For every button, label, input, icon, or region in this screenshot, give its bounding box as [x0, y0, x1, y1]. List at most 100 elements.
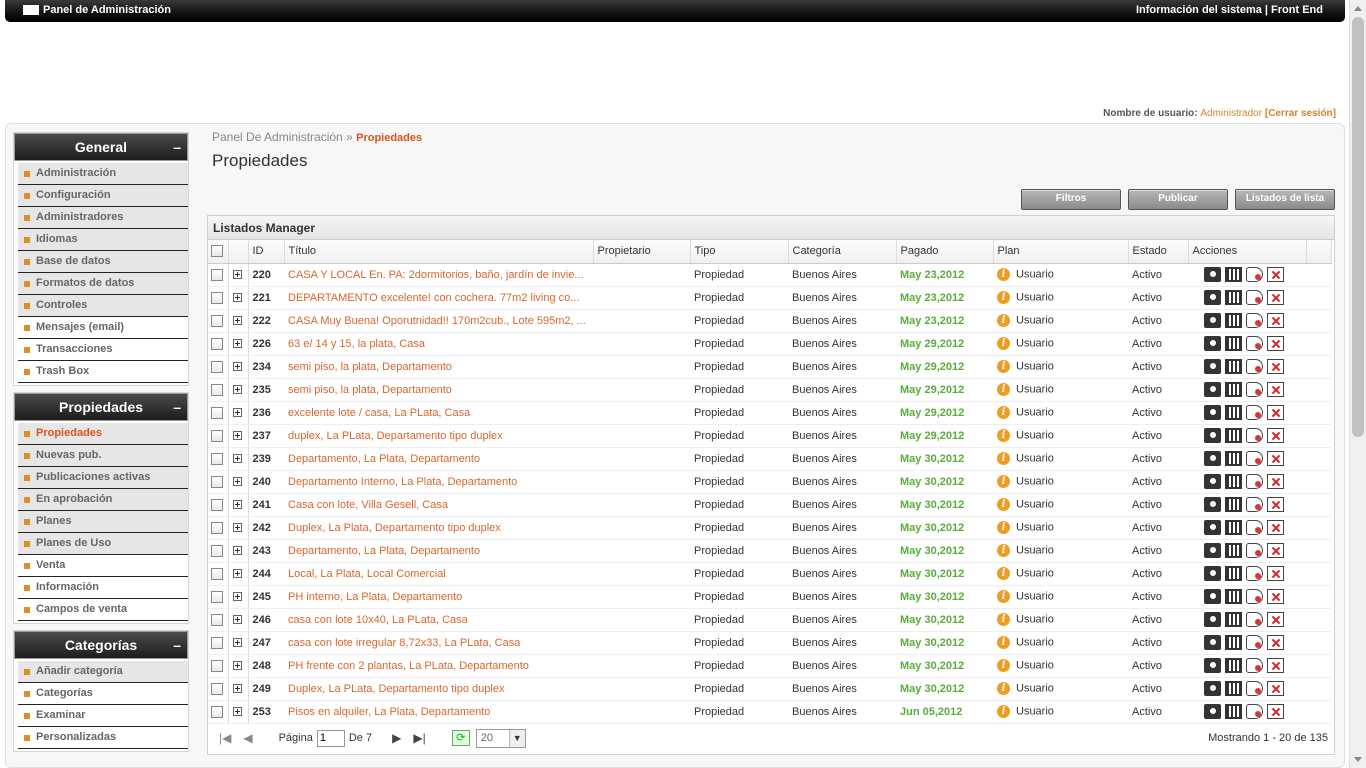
- filters-button[interactable]: Filtros: [1021, 189, 1121, 210]
- info-icon[interactable]: i: [997, 659, 1010, 672]
- sidebar-item-planes[interactable]: Planes: [18, 511, 188, 533]
- expand-icon[interactable]: [232, 454, 242, 464]
- info-icon[interactable]: i: [997, 544, 1010, 557]
- chevron-down-icon[interactable]: ▼: [508, 729, 525, 747]
- table-row[interactable]: 249 Duplex, La PLata, Departamento tipo d…: [208, 677, 1332, 701]
- col-category[interactable]: Categoría: [788, 240, 897, 264]
- info-icon[interactable]: i: [997, 498, 1010, 511]
- film-icon[interactable]: [1225, 658, 1242, 673]
- table-row[interactable]: 248 PH frente con 2 plantas, La PLata, De…: [208, 654, 1332, 678]
- row-checkbox[interactable]: [211, 268, 223, 281]
- film-icon[interactable]: [1225, 290, 1242, 305]
- row-checkbox[interactable]: [211, 314, 223, 327]
- info-icon[interactable]: i: [997, 337, 1010, 350]
- info-icon[interactable]: i: [997, 567, 1010, 580]
- expand-icon[interactable]: [232, 684, 242, 694]
- delete-icon[interactable]: [1267, 543, 1284, 558]
- film-icon[interactable]: [1225, 428, 1242, 443]
- info-icon[interactable]: i: [997, 360, 1010, 373]
- expand-icon[interactable]: [232, 293, 242, 303]
- table-row[interactable]: 236 excelente lote / casa, La PLata, Casa…: [208, 401, 1332, 425]
- delete-icon[interactable]: [1267, 428, 1284, 443]
- sidebar-item-informacion[interactable]: Información: [18, 577, 188, 599]
- film-icon[interactable]: [1225, 405, 1242, 420]
- cell-title-link[interactable]: PH interno, La Plata, Departamento: [284, 585, 593, 609]
- scroll-up-icon[interactable]: [1354, 6, 1362, 11]
- last-page-icon[interactable]: ▶|: [413, 731, 425, 745]
- delete-icon[interactable]: [1267, 612, 1284, 627]
- col-owner[interactable]: Propietario: [593, 240, 691, 264]
- next-page-icon[interactable]: ▶: [392, 731, 401, 745]
- expand-icon[interactable]: [232, 638, 242, 648]
- sidebar-item-controles[interactable]: Controles: [18, 295, 188, 317]
- tag-icon[interactable]: [1246, 497, 1263, 512]
- info-icon[interactable]: i: [997, 475, 1010, 488]
- table-row[interactable]: 221 DEPARTAMENTO excelente! con cochera. …: [208, 286, 1332, 310]
- tag-icon[interactable]: [1246, 635, 1263, 650]
- cell-title-link[interactable]: Casa con lote, Villa Gesell, Casa: [284, 493, 593, 517]
- table-row[interactable]: 234 semi piso, la plata, Departamento Prop…: [208, 355, 1332, 379]
- table-row[interactable]: 242 Duplex, La Plata, Departamento tipo d…: [208, 516, 1332, 540]
- camera-icon[interactable]: [1204, 704, 1221, 719]
- tag-icon[interactable]: [1246, 681, 1263, 696]
- table-row[interactable]: 245 PH interno, La Plata, Departamento Pro…: [208, 585, 1332, 609]
- camera-icon[interactable]: [1204, 635, 1221, 650]
- delete-icon[interactable]: [1267, 290, 1284, 305]
- row-checkbox[interactable]: [211, 429, 223, 442]
- row-checkbox[interactable]: [211, 636, 223, 649]
- tag-icon[interactable]: [1246, 658, 1263, 673]
- info-icon[interactable]: i: [997, 705, 1010, 718]
- expand-icon[interactable]: [232, 615, 242, 625]
- panel-propiedades-header[interactable]: Propiedades –: [14, 393, 188, 421]
- cell-title-link[interactable]: Local, La Plata, Local Comercial: [284, 562, 593, 586]
- sidebar-item-formatos[interactable]: Formatos de datos: [18, 273, 188, 295]
- sidebar-item-propiedades[interactable]: Propiedades: [18, 423, 188, 445]
- scroll-down-icon[interactable]: [1354, 757, 1362, 762]
- camera-icon[interactable]: [1204, 681, 1221, 696]
- info-icon[interactable]: i: [997, 314, 1010, 327]
- cell-title-link[interactable]: casa con lote irregular 8,72x33, La PLat…: [284, 631, 593, 655]
- tag-icon[interactable]: [1246, 313, 1263, 328]
- sidebar-item-personalizadas[interactable]: Personalizadas: [18, 727, 188, 749]
- tag-icon[interactable]: [1246, 612, 1263, 627]
- delete-icon[interactable]: [1267, 704, 1284, 719]
- expand-icon[interactable]: [232, 661, 242, 671]
- delete-icon[interactable]: [1267, 336, 1284, 351]
- film-icon[interactable]: [1225, 589, 1242, 604]
- camera-icon[interactable]: [1204, 497, 1221, 512]
- col-plan[interactable]: Plan: [993, 240, 1129, 264]
- expand-icon[interactable]: [232, 707, 242, 717]
- expand-icon[interactable]: [232, 500, 242, 510]
- film-icon[interactable]: [1225, 566, 1242, 581]
- sidebar-item-publicaciones-activas[interactable]: Publicaciones activas: [18, 467, 188, 489]
- camera-icon[interactable]: [1204, 359, 1221, 374]
- info-icon[interactable]: i: [997, 521, 1010, 534]
- prev-page-icon[interactable]: ◀: [243, 731, 252, 745]
- info-icon[interactable]: i: [997, 429, 1010, 442]
- cell-title-link[interactable]: Duplex, La PLata, Departamento tipo dupl…: [284, 677, 593, 701]
- row-checkbox[interactable]: [211, 475, 223, 488]
- page-size-select[interactable]: 20 ▼: [475, 728, 526, 748]
- tag-icon[interactable]: [1246, 474, 1263, 489]
- tag-icon[interactable]: [1246, 359, 1263, 374]
- cell-title-link[interactable]: Departamento, La Plata, Departamento: [284, 539, 593, 563]
- film-icon[interactable]: [1225, 451, 1242, 466]
- delete-icon[interactable]: [1267, 451, 1284, 466]
- brand[interactable]: Panel de Administración: [23, 4, 171, 16]
- expand-icon[interactable]: [232, 316, 242, 326]
- row-checkbox[interactable]: [211, 291, 223, 304]
- sidebar-item-en-aprobacion[interactable]: En aprobación: [18, 489, 188, 511]
- row-checkbox[interactable]: [211, 659, 223, 672]
- sidebar-item-mensajes[interactable]: Mensajes (email): [18, 317, 188, 339]
- tag-icon[interactable]: [1246, 405, 1263, 420]
- delete-icon[interactable]: [1267, 405, 1284, 420]
- delete-icon[interactable]: [1267, 497, 1284, 512]
- delete-icon[interactable]: [1267, 589, 1284, 604]
- table-row[interactable]: 237 duplex, La PLata, Departamento tipo d…: [208, 424, 1332, 448]
- top-links-text[interactable]: Información del sistema | Front End: [1136, 4, 1323, 16]
- table-row[interactable]: 253 Pisos en alquiler, La Plata, Departam…: [208, 700, 1332, 724]
- cell-title-link[interactable]: Duplex, La Plata, Departamento tipo dupl…: [284, 516, 593, 540]
- tag-icon[interactable]: [1246, 520, 1263, 535]
- tag-icon[interactable]: [1246, 290, 1263, 305]
- lists-button[interactable]: Listados de lista: [1235, 189, 1335, 210]
